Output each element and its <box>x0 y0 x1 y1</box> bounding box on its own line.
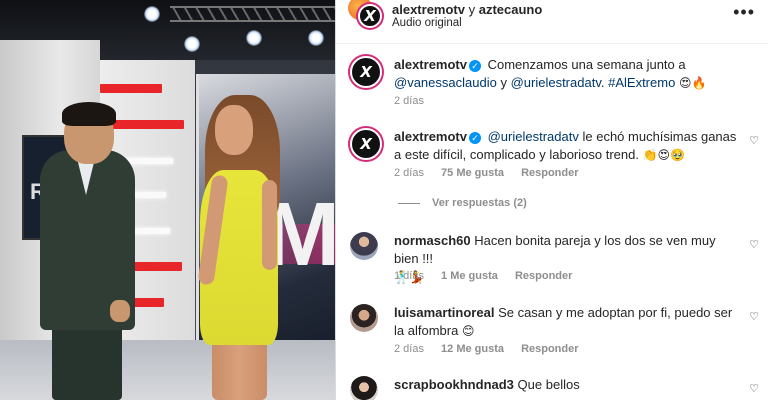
comment-meta: 2 días 12 Me gusta Responder <box>394 343 579 355</box>
spotlight <box>246 30 262 46</box>
man-figure-legs <box>52 320 122 400</box>
mention-link[interactable]: @vanessaclaudio <box>394 75 497 90</box>
comment-time[interactable]: 2 días <box>394 167 424 179</box>
mention-link[interactable]: @urielestradatv <box>488 129 579 144</box>
reply-button[interactable]: Responder <box>521 167 578 179</box>
mention-link[interactable]: @urielestradatv <box>511 75 601 90</box>
commenter-username[interactable]: alextremotv <box>394 129 467 144</box>
commenter-username[interactable]: scrapbookhndnad3 <box>394 377 514 392</box>
commenter-avatar[interactable] <box>350 232 378 260</box>
like-heart-icon[interactable]: ♡ <box>749 134 759 147</box>
woman-figure-arm <box>262 180 277 270</box>
comment-emojis: 👏😍🥹 <box>642 148 685 162</box>
comment-meta: 1 días 1 Me gusta Responder <box>394 270 572 282</box>
caption-body-post: . <box>600 75 605 90</box>
red-light-strip <box>108 120 184 129</box>
commenter-avatar[interactable]: X <box>350 128 382 160</box>
comment-likes[interactable]: 1 Me gusta <box>441 270 498 282</box>
post-header: X alextremotv y aztecauno Audio original… <box>336 0 768 44</box>
comment-text: scrapbookhndnad3 Que bellos <box>394 376 739 394</box>
post-header-title: alextremotv y aztecauno <box>392 2 542 17</box>
comment-meta: 2 días 75 Me gusta Responder <box>394 167 579 179</box>
lighting-truss <box>170 6 335 22</box>
post-media-video[interactable]: R M <box>0 0 335 400</box>
man-figure-hand <box>110 300 130 322</box>
comment-item: X alextremotv ✓ @urielestradatv le echó m… <box>336 124 768 219</box>
audio-label[interactable]: Audio original <box>392 17 462 29</box>
commenter-username[interactable]: luisamartinoreal <box>394 305 494 320</box>
account-avatar[interactable]: X <box>358 4 382 28</box>
avatar-logo-label: X <box>360 63 372 81</box>
comment-text: luisamartinoreal Se casan y me adoptan p… <box>394 304 739 340</box>
comment-time[interactable]: 2 días <box>394 95 424 107</box>
caption-emojis: 😍🔥 <box>678 76 707 90</box>
hashtag-link[interactable]: #AlExtremo <box>608 75 675 90</box>
reply-button[interactable]: Responder <box>521 343 578 355</box>
view-replies-button[interactable]: Ver respuestas (2) <box>398 197 527 209</box>
verified-badge-icon: ✓ <box>468 60 481 72</box>
spotlight <box>184 36 200 52</box>
like-heart-icon[interactable]: ♡ <box>749 310 759 323</box>
commenter-avatar[interactable] <box>350 304 378 332</box>
comment-item: scrapbookhndnad3 Que bellos ♡ <box>336 372 768 400</box>
commenter-avatar[interactable]: X <box>350 56 382 88</box>
post-viewer: R M X alextremotv y aztecauno Audio orig… <box>0 0 768 400</box>
red-light-strip <box>100 84 162 93</box>
comment-item: normasch60 Hacen bonita pareja y los dos… <box>336 228 768 288</box>
caption-body-pre: Comenzamos una semana junto a <box>487 57 686 72</box>
header-joiner: y <box>468 2 476 17</box>
caption-text: alextremotv ✓ Comenzamos una semana junto… <box>394 56 739 92</box>
man-figure-hair <box>62 102 116 126</box>
woman-figure-face <box>215 105 253 155</box>
commenter-username[interactable]: alextremotv <box>394 57 467 72</box>
avatar-logo-label: X <box>364 7 376 25</box>
studio-floor <box>0 340 335 400</box>
comment-likes[interactable]: 12 Me gusta <box>441 343 504 355</box>
avatar-logo-label: X <box>360 135 372 153</box>
commenter-avatar[interactable] <box>350 376 378 400</box>
comment-item: luisamartinoreal Se casan y me adoptan p… <box>336 300 768 360</box>
account-username-link[interactable]: alextremotv <box>392 2 465 17</box>
replies-line <box>398 202 420 204</box>
reply-button[interactable]: Responder <box>515 270 572 282</box>
comment-text: alextremotv ✓ @urielestradatv le echó muc… <box>394 128 739 164</box>
comment-time[interactable]: 2 días <box>394 343 424 355</box>
comment-likes[interactable]: 75 Me gusta <box>441 167 504 179</box>
spotlight <box>308 30 324 46</box>
collaborator-username-link[interactable]: aztecauno <box>479 2 543 17</box>
spotlight <box>144 6 160 22</box>
view-replies-label: Ver respuestas (2) <box>432 197 527 209</box>
commenter-username[interactable]: normasch60 <box>394 233 471 248</box>
more-horizontal-icon[interactable]: ••• <box>733 2 755 23</box>
comment-body: Que bellos <box>517 377 580 392</box>
caption-body-mid: y <box>500 75 507 90</box>
comment-emojis: 😊 <box>461 324 475 338</box>
comment-meta: 2 días <box>394 95 424 107</box>
like-heart-icon[interactable]: ♡ <box>749 238 759 251</box>
caption: X alextremotv ✓ Comenzamos una semana jun… <box>336 52 768 114</box>
comments-panel: X alextremotv y aztecauno Audio original… <box>335 0 768 400</box>
verified-badge-icon: ✓ <box>468 132 481 144</box>
comment-time[interactable]: 1 días <box>394 270 424 282</box>
like-heart-icon[interactable]: ♡ <box>749 382 759 395</box>
